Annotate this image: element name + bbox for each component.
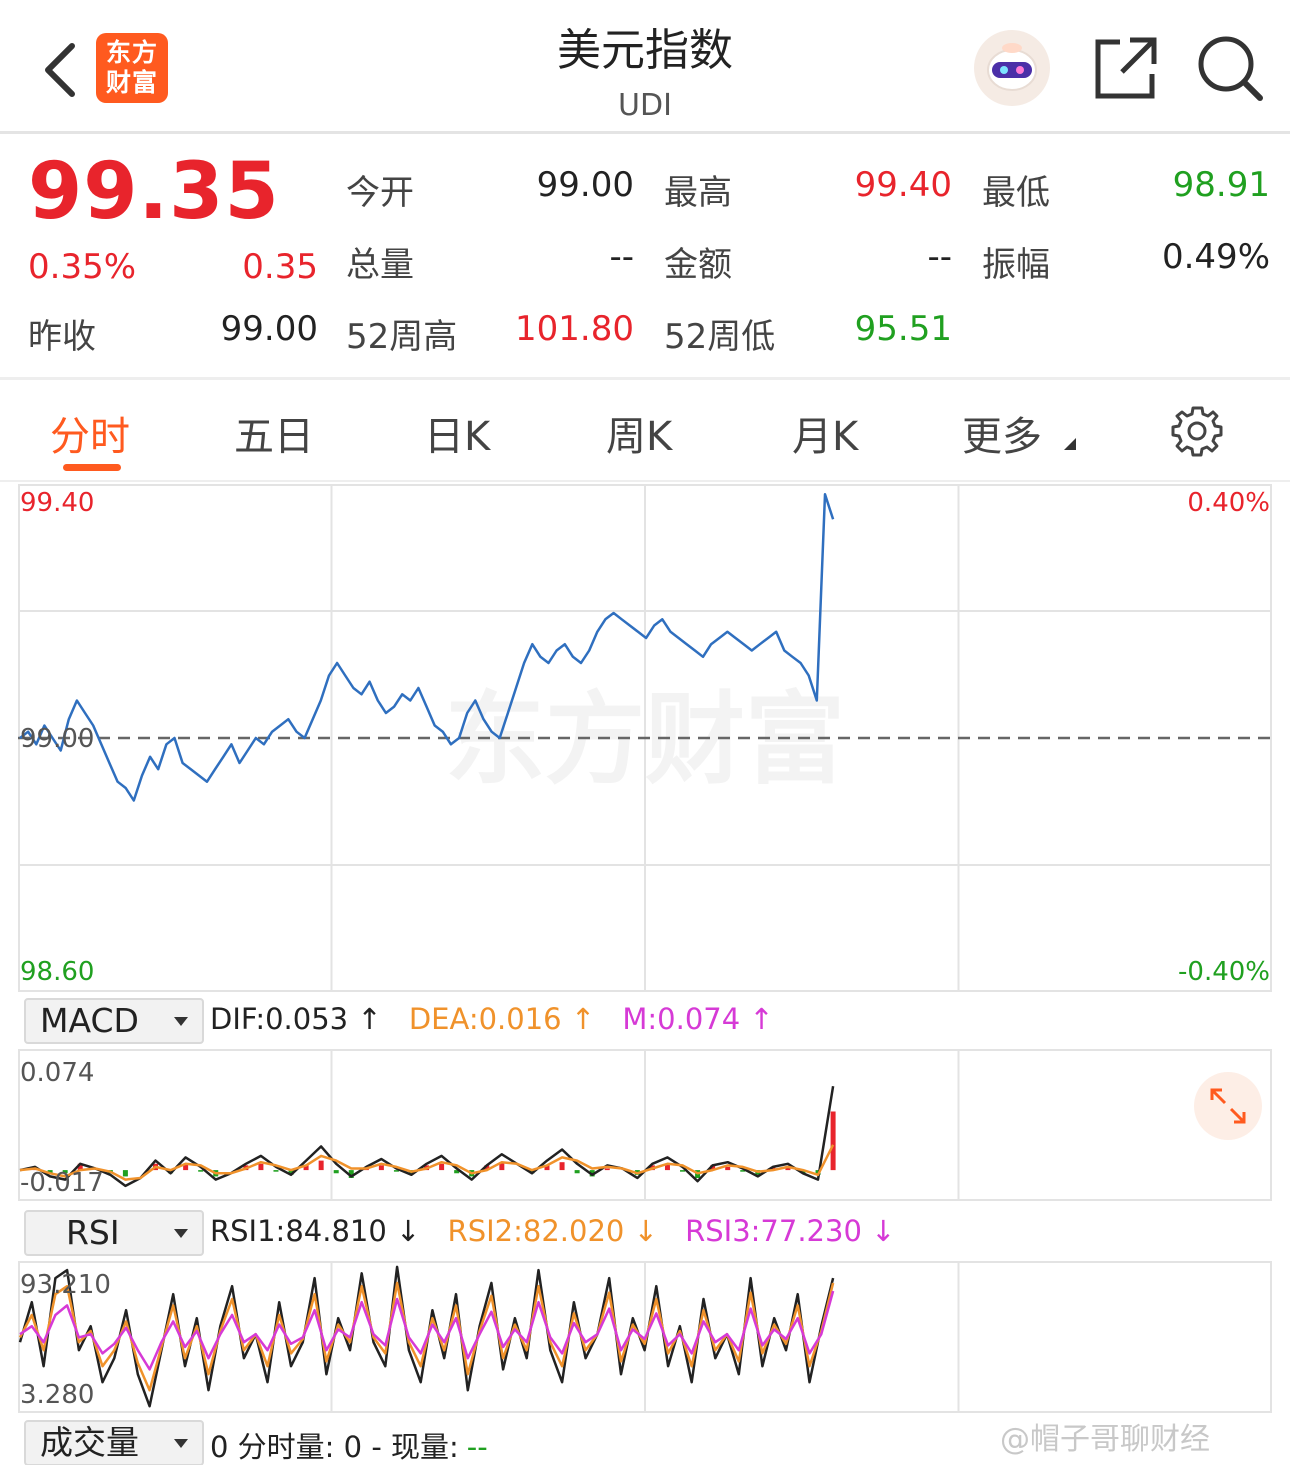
macd-chart[interactable]: 0.074 -0.017 bbox=[18, 1049, 1272, 1201]
change-percent: 0.35% bbox=[28, 247, 137, 287]
rsi1-value: RSI1:84.810 ↓ bbox=[210, 1214, 421, 1248]
rsi-chart[interactable]: 93.210 3.280 bbox=[18, 1261, 1272, 1413]
volume-indicator-select[interactable]: 成交量 bbox=[24, 1420, 204, 1465]
more-dropdown-icon[interactable] bbox=[1064, 438, 1076, 450]
tab-monthly-k[interactable]: 月K bbox=[792, 404, 858, 462]
chevron-down-icon bbox=[174, 1229, 188, 1238]
y-axis-high-label: 99.40 bbox=[20, 488, 94, 518]
quote-field-value: 101.80 bbox=[515, 309, 634, 349]
macd-y-min-label: -0.017 bbox=[20, 1168, 104, 1198]
y-axis-base-label: 99.00 bbox=[20, 724, 94, 754]
expand-icon[interactable] bbox=[1194, 1072, 1262, 1140]
chevron-down-icon bbox=[174, 1017, 188, 1026]
change-amount: 0.35 bbox=[242, 247, 318, 287]
quote-field-value: -- bbox=[927, 237, 952, 277]
rsi2-value: RSI2:82.020 ↓ bbox=[447, 1214, 658, 1248]
macd-y-max-label: 0.074 bbox=[20, 1058, 94, 1088]
quote-field-value: 99.00 bbox=[536, 165, 634, 205]
y-axis-low-label: 98.60 bbox=[20, 957, 94, 987]
active-tab-indicator bbox=[63, 464, 121, 471]
source-watermark: @帽子哥聊财经 bbox=[1000, 1422, 1210, 1457]
chevron-down-icon bbox=[174, 1439, 188, 1448]
macd-indicator-select[interactable]: MACD bbox=[24, 998, 204, 1044]
macd-select-label: MACD bbox=[40, 1001, 139, 1040]
tab-intraday[interactable]: 分时 bbox=[50, 404, 130, 462]
quote-field-label: 最高 bbox=[664, 173, 732, 213]
rsi3-value: RSI3:77.230 ↓ bbox=[685, 1214, 896, 1248]
quote-field-value: 0.49% bbox=[1161, 237, 1270, 277]
y-axis-high-percent-label: 0.40% bbox=[1187, 488, 1270, 518]
assistant-robot-icon[interactable] bbox=[974, 30, 1050, 106]
quote-panel: 99.35 0.35% 0.35 昨收 99.00 今开 99.00 最高 99.40… bbox=[0, 137, 1290, 377]
rsi-indicator-row: RSI RSI1:84.810 ↓ RSI2:82.020 ↓ RSI3:77.… bbox=[0, 1208, 1290, 1258]
period-tabs: 分时 五日 日K 周K 月K 更多 bbox=[0, 380, 1290, 482]
quote-field-label: 最低 bbox=[982, 173, 1050, 213]
volume-select-label: 成交量 bbox=[40, 1423, 139, 1462]
quote-field-label: 52周高 bbox=[346, 317, 458, 357]
quote-field-value: -- bbox=[609, 237, 634, 277]
rsi-y-min-label: 3.280 bbox=[20, 1380, 94, 1410]
volume-legend: 0 分时量: 0 - 现量: -- bbox=[210, 1424, 506, 1465]
quote-field-value: 95.51 bbox=[854, 309, 952, 349]
macd-indicator-row: MACD DIF:0.053 ↑ DEA:0.016 ↑ M:0.074 ↑ bbox=[0, 996, 1290, 1046]
rsi-select-label: RSI bbox=[66, 1213, 120, 1252]
quote-field-label: 振幅 bbox=[982, 245, 1050, 285]
prev-close-label: 昨收 bbox=[28, 317, 96, 357]
last-price: 99.35 bbox=[28, 147, 280, 237]
quote-field-value: 99.40 bbox=[854, 165, 952, 205]
rsi-y-max-label: 93.210 bbox=[20, 1270, 111, 1300]
gear-icon[interactable] bbox=[1170, 404, 1224, 458]
quote-field-label: 金额 bbox=[664, 245, 732, 285]
tab-five-day[interactable]: 五日 bbox=[234, 404, 314, 462]
y-axis-low-percent-label: -0.40% bbox=[1178, 957, 1270, 987]
intraday-price-chart[interactable]: 东方财富 99.40 99.00 98.60 0.40% -0.40% bbox=[18, 484, 1272, 992]
tab-more[interactable]: 更多 bbox=[962, 404, 1042, 462]
dea-value: DEA:0.016 ↑ bbox=[408, 1002, 596, 1036]
quote-field-label: 今开 bbox=[346, 173, 414, 213]
rsi-legend: RSI1:84.810 ↓ RSI2:82.020 ↓ RSI3:77.230 … bbox=[210, 1214, 913, 1248]
m-value: M:0.074 ↑ bbox=[622, 1002, 774, 1036]
tab-daily-k[interactable]: 日K bbox=[424, 404, 490, 462]
macd-legend: DIF:0.053 ↑ DEA:0.016 ↑ M:0.074 ↑ bbox=[210, 1002, 792, 1036]
tab-weekly-k[interactable]: 周K bbox=[606, 404, 672, 462]
search-icon[interactable] bbox=[1196, 34, 1264, 102]
quote-field-label: 总量 bbox=[346, 245, 414, 285]
quote-field-value: 98.91 bbox=[1172, 165, 1270, 205]
rsi-indicator-select[interactable]: RSI bbox=[24, 1210, 204, 1256]
dif-value: DIF:0.053 ↑ bbox=[210, 1002, 382, 1036]
share-icon[interactable] bbox=[1094, 36, 1158, 100]
dea-line bbox=[19, 1144, 835, 1181]
top-navigation-bar: 东方 财富 美元指数 UDI bbox=[0, 0, 1290, 134]
volume-text: 0 分时量: 0 - 现量: bbox=[210, 1430, 459, 1464]
current-volume-value: -- bbox=[466, 1430, 488, 1464]
prev-close-value: 99.00 bbox=[220, 309, 318, 349]
rsi3-line bbox=[19, 1290, 835, 1371]
quote-field-label: 52周低 bbox=[664, 317, 776, 357]
chart-watermark: 东方财富 bbox=[445, 681, 845, 798]
